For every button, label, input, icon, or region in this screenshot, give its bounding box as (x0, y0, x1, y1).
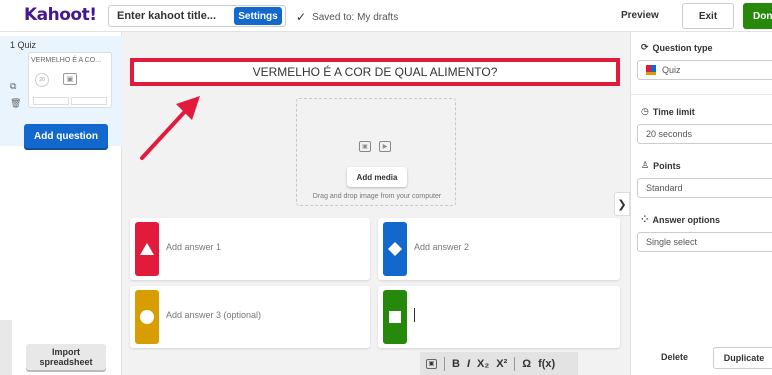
divider (631, 94, 772, 95)
answer-options-heading: ⁘ Answer options (641, 214, 720, 225)
time-limit-select[interactable]: 20 seconds (637, 124, 772, 144)
insert-image-icon[interactable]: ▣ (426, 358, 437, 369)
video-icon: ▶ (379, 141, 391, 152)
import-spreadsheet-button[interactable]: Import spreadsheet (26, 344, 106, 370)
slides-sidebar: 1 Quiz VERMELHO É A CO... 20 ▣ ⧉ 🗑 Add q… (0, 32, 122, 375)
answer-options-value: Single select (646, 237, 698, 247)
add-question-button[interactable]: Add question (24, 124, 108, 148)
superscript-button[interactable]: X² (496, 358, 507, 370)
circle-icon (135, 290, 159, 344)
answer-2[interactable]: Add answer 2 (378, 218, 620, 280)
time-limit-value: 20 seconds (646, 129, 693, 139)
question-type-value: Quiz (662, 65, 681, 75)
question-settings-panel: ⟳ Question type Quiz ◷ Time limit 20 sec… (630, 32, 772, 375)
red-arrow-annotation (140, 96, 200, 160)
medal-icon: ♙ (641, 160, 650, 170)
points-label: Points (653, 160, 681, 171)
image-icon: ▣ (359, 141, 371, 152)
thumb-timer: 20 (35, 73, 49, 87)
duplicate-slide-icon[interactable]: ⧉ (10, 81, 16, 92)
thumb-image-icon: ▣ (63, 73, 77, 85)
media-drop-zone[interactable]: ▣ ▶ Add media Drag and drop image from y… (296, 98, 456, 206)
kahoot-logo[interactable]: Kahoot! (24, 5, 97, 25)
answer-options-label: Answer options (652, 214, 721, 225)
slide-thumbnail[interactable]: VERMELHO É A CO... 20 ▣ (28, 52, 112, 108)
diamond-icon (383, 222, 407, 276)
toolbar-divider (444, 356, 445, 371)
text-cursor (414, 308, 415, 322)
thumb-answer-bars (33, 97, 107, 105)
shapes-icon: ⁘ (641, 214, 649, 224)
saved-status: ✓ Saved to: My drafts (296, 10, 398, 24)
points-select[interactable]: Standard (637, 178, 772, 198)
drag-drop-hint: Drag and drop image from your computer (312, 193, 442, 200)
question-type-icon: ⟳ (641, 42, 649, 52)
sidebar-handle (0, 320, 12, 375)
slide-number: 1 Quiz (10, 40, 37, 50)
points-heading: ♙ Points (641, 160, 681, 171)
question-type-select[interactable]: Quiz (637, 60, 772, 80)
answer-2-input[interactable]: Add answer 2 (414, 242, 469, 252)
slide-thumb-title: VERMELHO É A CO... (31, 57, 102, 64)
check-icon: ✓ (296, 10, 307, 24)
question-editor: VERMELHO É A COR DE QUAL ALIMENTO? ▣ ▶ A… (122, 32, 630, 375)
chevron-right-icon[interactable]: ❯ (614, 192, 630, 216)
time-limit-label: Time limit (652, 106, 695, 117)
format-toolbar: ▣ B I X₂ X² Ω f(x) (420, 352, 578, 375)
italic-button[interactable]: I (467, 358, 470, 370)
question-title-input[interactable]: VERMELHO É A COR DE QUAL ALIMENTO? (130, 58, 620, 86)
bold-button[interactable]: B (452, 358, 460, 370)
done-button[interactable]: Done (743, 3, 772, 29)
answer-4[interactable] (378, 286, 620, 348)
trash-icon[interactable]: 🗑 (10, 98, 21, 109)
preview-button[interactable]: Preview (621, 10, 659, 21)
settings-button[interactable]: Settings (234, 7, 282, 25)
question-type-label: Question type (652, 42, 713, 53)
delete-button[interactable]: Delete (661, 352, 688, 362)
exit-button[interactable]: Exit (682, 3, 734, 29)
time-limit-heading: ◷ Time limit (641, 106, 695, 117)
toolbar-divider (514, 356, 516, 371)
top-bar: Kahoot! Enter kahoot title... Settings ✓… (0, 0, 772, 32)
add-media-button[interactable]: Add media (347, 167, 407, 187)
answer-options-select[interactable]: Single select (637, 232, 772, 252)
square-icon (383, 290, 407, 344)
quiz-icon (646, 65, 656, 75)
triangle-icon (135, 222, 159, 276)
clock-icon: ◷ (641, 106, 649, 116)
special-char-button[interactable]: Ω (522, 358, 531, 370)
question-type-heading: ⟳ Question type (641, 42, 713, 53)
saved-text: Saved to: My drafts (312, 11, 399, 23)
media-icons: ▣ ▶ (359, 141, 391, 152)
points-value: Standard (646, 183, 683, 193)
answer-1-input[interactable]: Add answer 1 (166, 242, 221, 252)
answer-3[interactable]: Add answer 3 (optional) (130, 286, 370, 348)
subscript-button[interactable]: X₂ (477, 358, 489, 370)
duplicate-button[interactable]: Duplicate (713, 347, 772, 369)
answer-1[interactable]: Add answer 1 (130, 218, 370, 280)
answer-3-input[interactable]: Add answer 3 (optional) (166, 310, 261, 320)
function-button[interactable]: f(x) (538, 358, 555, 370)
